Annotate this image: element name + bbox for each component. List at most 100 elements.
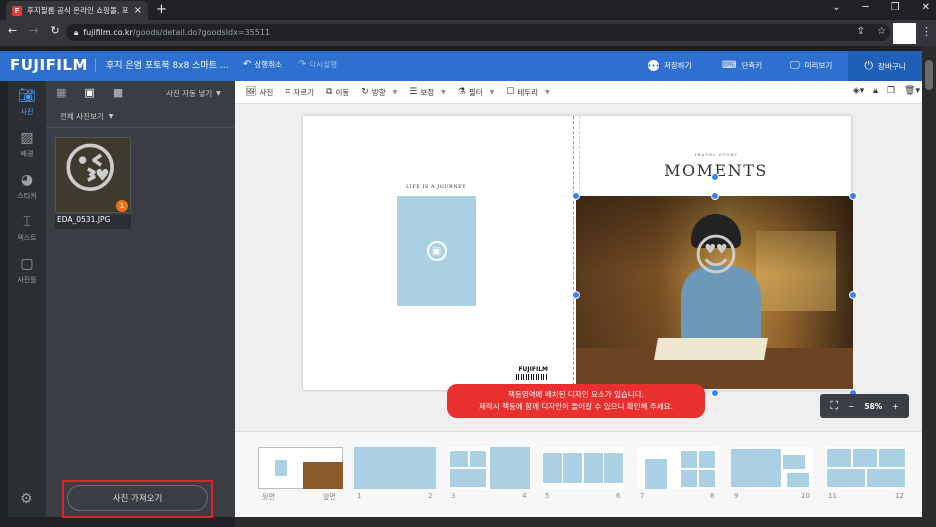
single-view-icon[interactable]: ■ (113, 86, 123, 99)
page-label: 7 (640, 492, 645, 500)
cart-button[interactable]: ⏻ 장바구니 (848, 51, 922, 81)
autofill-dropdown[interactable]: 사진 자동 넣기 ▼ (166, 88, 221, 99)
rotate-handle[interactable] (711, 173, 719, 181)
background-icon: ▨ (20, 129, 34, 146)
sticker-icon: ◕ (20, 171, 34, 188)
spread-thumbnail-9-10[interactable] (731, 447, 813, 489)
url-input[interactable]: 🔒︎ fujifilm.co.kr/goods/detail.do?goodsI… (66, 24, 890, 41)
back-icon[interactable]: ← (8, 24, 17, 37)
tool-move[interactable]: ⧉ 이동 (322, 87, 353, 98)
border-square-icon: ☐ (506, 87, 515, 97)
fujifilm-logo: FUJIFILM (10, 56, 88, 74)
spine-warning-toast: 책등영역에 배치된 디자인 요소가 있습니다. 제작시 책등에 함께 디자인이 … (447, 384, 705, 418)
settings-gear-icon[interactable]: ⚙ (20, 491, 33, 507)
rail-item-text[interactable]: ⌶ 텍스트 (8, 207, 46, 249)
resize-handle[interactable] (849, 192, 857, 200)
grid-large-icon[interactable]: ▣ (84, 86, 94, 99)
page-label: 9 (734, 492, 739, 500)
page-label: 12 (895, 492, 904, 500)
reload-icon[interactable]: ↻ (50, 24, 59, 37)
shortcut-button[interactable]: ⌨ 단축키 (722, 60, 762, 71)
tool-adjust[interactable]: ☰ 보정 ▼ (405, 87, 450, 98)
kiss-emoji-icon: 😘 (62, 137, 119, 200)
image-icon: 🖼︎ (245, 87, 257, 97)
caret-down-icon: ▼ (441, 88, 446, 96)
tool-filter[interactable]: ⚗ 필터 ▼ (454, 87, 499, 98)
grid-small-icon[interactable]: ▦ (56, 86, 66, 99)
lock-icon[interactable]: 🔒︎ (873, 86, 878, 96)
resize-handle[interactable] (711, 389, 719, 397)
scrollbar-thumb[interactable] (925, 60, 933, 90)
bookmark-star-icon[interactable]: ☆ (877, 26, 886, 37)
vertical-scrollbar[interactable] (922, 46, 936, 527)
resize-handle[interactable] (849, 291, 857, 299)
frame-icon: ▢ (20, 255, 34, 272)
close-tab-icon[interactable]: × (134, 5, 142, 16)
page-label: 앞면 (323, 493, 336, 501)
new-tab-button[interactable]: + (156, 2, 167, 17)
undo-button[interactable]: ↶ 상행취소 (243, 59, 282, 70)
page-label: 10 (801, 492, 810, 500)
right-kicker-text[interactable]: TRAVEL STORY (656, 152, 776, 157)
usage-count-badge: 1 (116, 200, 128, 212)
caret-down-icon: ▼ (392, 88, 398, 96)
horizontal-scrollbar[interactable] (235, 517, 922, 527)
tool-photo[interactable]: 🖼︎ 사진 (241, 87, 277, 98)
fit-screen-icon[interactable]: ⛶ (830, 399, 838, 413)
browser-menu-icon[interactable]: ⋮ (921, 25, 932, 38)
close-window-icon[interactable]: ✕ (922, 2, 930, 13)
spread-thumbnail-3-4[interactable] (448, 447, 530, 489)
page-label: 11 (828, 492, 837, 500)
power-icon: ⏻ (864, 59, 874, 72)
divider (46, 127, 235, 128)
tool-direction[interactable]: ↻ 방향 ▼ (357, 87, 401, 98)
import-photos-button[interactable]: 사진 가져오기 (67, 485, 208, 511)
left-title-text[interactable]: LIFE IS A JOURNEY (395, 184, 477, 190)
flask-icon: ⚗ (457, 87, 466, 97)
layers-icon[interactable]: ◈▾ (853, 86, 864, 96)
browser-tab[interactable]: F 후지필름 공식 온라인 쇼핑몰, 포 × (6, 1, 148, 20)
save-button[interactable]: ••• 저장하기 (647, 60, 692, 71)
resize-handle[interactable] (572, 192, 580, 200)
preview-button[interactable]: 🖵︎ 미리보기 (790, 60, 832, 71)
caret-down-icon: ▼ (108, 113, 114, 120)
page-label: 3 (451, 492, 456, 500)
redo-button[interactable]: ↷ 다시실행 (298, 59, 337, 70)
tool-border[interactable]: ☐ 테두리 ▼ (502, 87, 553, 98)
copy-icon[interactable]: ❐ (887, 86, 895, 96)
zoom-control: ⛶ − 58% + (820, 394, 909, 418)
profile-avatar[interactable] (893, 23, 916, 44)
spread-thumbnail-cover[interactable] (258, 447, 343, 489)
spread-thumbnail-1-2[interactable] (354, 447, 436, 489)
view-filter-dropdown[interactable]: 전체 사진보기 ▼ (60, 111, 113, 122)
tool-rail: 📷︎ 사진 ▨ 배경 ◕ 스티커 ⌶ 텍스트 ▢ 사진틀 (8, 81, 46, 517)
share-icon[interactable]: ⇪ (857, 26, 865, 37)
restore-icon[interactable]: ❐ (891, 2, 900, 13)
photo-filename: EDA_0531.JPG (55, 215, 131, 229)
spine-guide (573, 116, 574, 390)
zoom-out-button[interactable]: − (848, 402, 854, 411)
tab-search-icon[interactable]: ⌄ (832, 2, 840, 13)
heart-eyes-emoji-icon: 😍 (693, 230, 739, 281)
resize-handle[interactable] (711, 192, 719, 200)
page-label: 8 (710, 492, 715, 500)
toolbar-right-actions: ◈▾ 🔒︎ ❐ 🗑︎▾ (853, 86, 920, 96)
spread-thumbnail-11-12[interactable] (825, 447, 907, 489)
zoom-in-button[interactable]: + (892, 402, 898, 411)
forward-icon[interactable]: → (29, 24, 38, 37)
barcode-icon (516, 374, 548, 380)
rail-item-background[interactable]: ▨ 배경 (8, 123, 46, 165)
photo-placeholder[interactable]: ▣ (397, 196, 476, 306)
trash-icon[interactable]: 🗑︎▾ (904, 86, 920, 96)
tool-crop[interactable]: ⌗ 자르기 (281, 87, 318, 98)
spread-thumbnail-5-6[interactable] (542, 447, 624, 489)
placed-photo[interactable]: 😍 (576, 196, 853, 389)
minimize-icon[interactable]: ─ (863, 2, 869, 13)
camera-icon: 📷︎ (18, 87, 36, 104)
product-title: 후지 은염 포토북 8x8 스마트 ... (95, 58, 228, 72)
rail-item-frame[interactable]: ▢ 사진틀 (8, 249, 46, 291)
rail-item-photo[interactable]: 📷︎ 사진 (8, 81, 46, 123)
rail-item-sticker[interactable]: ◕ 스티커 (8, 165, 46, 207)
resize-handle[interactable] (572, 291, 580, 299)
spread-thumbnail-7-8[interactable] (637, 447, 719, 489)
